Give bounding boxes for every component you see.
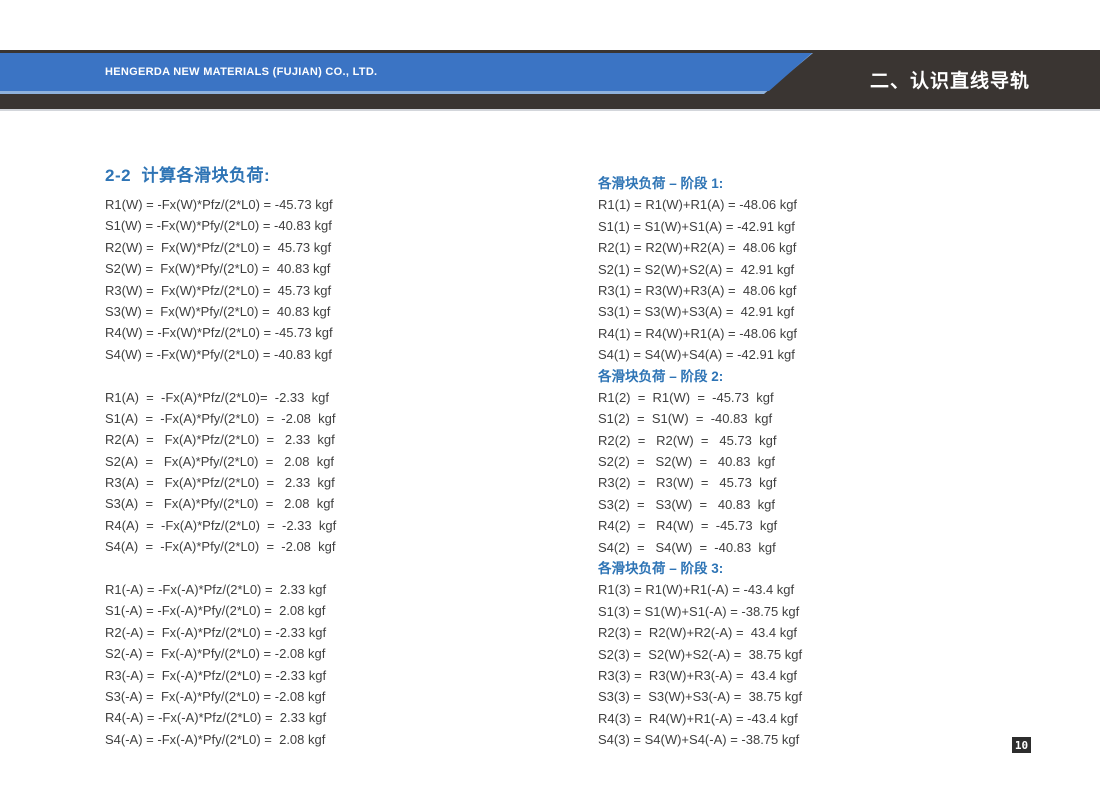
- formula-line: R1(W) = -Fx(W)*Pfz/(2*L0) = -45.73 kgf: [105, 194, 336, 215]
- formula-line: R3(W) = Fx(W)*Pfz/(2*L0) = 45.73 kgf: [105, 280, 336, 301]
- formula-line: R1(A) = -Fx(A)*Pfz/(2*L0)= -2.33 kgf: [105, 387, 336, 408]
- page-number-badge: 10: [1012, 737, 1031, 753]
- formula-line: R3(1) = R3(W)+R3(A) = 48.06 kgf: [598, 280, 802, 301]
- stage-group-2: 各滑块负荷 – 阶段 2: R1(2) = R1(W) = -45.73 kgf…: [598, 366, 802, 559]
- formula-line: R2(2) = R2(W) = 45.73 kgf: [598, 430, 802, 451]
- formula-line: S3(2) = S3(W) = 40.83 kgf: [598, 494, 802, 515]
- formula-line: S2(A) = Fx(A)*Pfy/(2*L0) = 2.08 kgf: [105, 451, 336, 472]
- stage-3-heading: 各滑块负荷 – 阶段 3:: [598, 558, 802, 579]
- stage-2-heading: 各滑块负荷 – 阶段 2:: [598, 366, 802, 387]
- formula-line: S1(2) = S1(W) = -40.83 kgf: [598, 408, 802, 429]
- formula-line: S3(A) = Fx(A)*Pfy/(2*L0) = 2.08 kgf: [105, 493, 336, 514]
- formula-line: S4(3) = S4(W)+S4(-A) = -38.75 kgf: [598, 729, 802, 750]
- stage-group-3: 各滑块负荷 – 阶段 3: R1(3) = R1(W)+R1(-A) = -43…: [598, 558, 802, 751]
- formula-line: R3(2) = R3(W) = 45.73 kgf: [598, 472, 802, 493]
- formula-line: S4(1) = S4(W)+S4(A) = -42.91 kgf: [598, 344, 802, 365]
- formula-line: S2(1) = S2(W)+S2(A) = 42.91 kgf: [598, 259, 802, 280]
- formula-line: S3(3) = S3(W)+S3(-A) = 38.75 kgf: [598, 686, 802, 707]
- formula-line: S3(W) = Fx(W)*Pfy/(2*L0) = 40.83 kgf: [105, 301, 336, 322]
- stage-group-1: 各滑块负荷 – 阶段 1: R1(1) = R1(W)+R1(A) = -48.…: [598, 173, 802, 366]
- formula-line: S2(2) = S2(W) = 40.83 kgf: [598, 451, 802, 472]
- formula-line: S4(-A) = -Fx(-A)*Pfy/(2*L0) = 2.08 kgf: [105, 729, 336, 750]
- formula-line: R2(W) = Fx(W)*Pfz/(2*L0) = 45.73 kgf: [105, 237, 336, 258]
- formula-line: R2(3) = R2(W)+R2(-A) = 43.4 kgf: [598, 622, 802, 643]
- formula-line: S1(1) = S1(W)+S1(A) = -42.91 kgf: [598, 216, 802, 237]
- formula-block-neg-a: R1(-A) = -Fx(-A)*Pfz/(2*L0) = 2.33 kgfS1…: [105, 579, 336, 750]
- formula-line: S1(A) = -Fx(A)*Pfy/(2*L0) = -2.08 kgf: [105, 408, 336, 429]
- formula-line: S1(3) = S1(W)+S1(-A) = -38.75 kgf: [598, 601, 802, 622]
- left-column: R1(W) = -Fx(W)*Pfz/(2*L0) = -45.73 kgfS1…: [105, 194, 336, 750]
- formula-line: R3(3) = R3(W)+R3(-A) = 43.4 kgf: [598, 665, 802, 686]
- header-banner: HENGERDA NEW MATERIALS (FUJIAN) CO., LTD…: [0, 53, 820, 91]
- formula-line: S3(1) = S3(W)+S3(A) = 42.91 kgf: [598, 301, 802, 322]
- formula-line: R2(A) = Fx(A)*Pfz/(2*L0) = 2.33 kgf: [105, 429, 336, 450]
- formula-block-w: R1(W) = -Fx(W)*Pfz/(2*L0) = -45.73 kgfS1…: [105, 194, 336, 365]
- formula-line: R4(W) = -Fx(W)*Pfz/(2*L0) = -45.73 kgf: [105, 322, 336, 343]
- stage-1-lines: R1(1) = R1(W)+R1(A) = -48.06 kgfS1(1) = …: [598, 194, 802, 365]
- formula-line: R1(1) = R1(W)+R1(A) = -48.06 kgf: [598, 194, 802, 215]
- formula-line: S2(3) = S2(W)+S2(-A) = 38.75 kgf: [598, 644, 802, 665]
- stage-3-lines: R1(3) = R1(W)+R1(-A) = -43.4 kgfS1(3) = …: [598, 579, 802, 750]
- formula-line: R2(-A) = Fx(-A)*Pfz/(2*L0) = -2.33 kgf: [105, 622, 336, 643]
- formula-line: R2(1) = R2(W)+R2(A) = 48.06 kgf: [598, 237, 802, 258]
- formula-block-a: R1(A) = -Fx(A)*Pfz/(2*L0)= -2.33 kgfS1(A…: [105, 387, 336, 558]
- stage-1-heading: 各滑块负荷 – 阶段 1:: [598, 173, 802, 194]
- right-column: 各滑块负荷 – 阶段 1: R1(1) = R1(W)+R1(A) = -48.…: [598, 173, 802, 751]
- formula-line: S3(-A) = Fx(-A)*Pfy/(2*L0) = -2.08 kgf: [105, 686, 336, 707]
- formula-line: R3(-A) = Fx(-A)*Pfz/(2*L0) = -2.33 kgf: [105, 665, 336, 686]
- formula-line: S4(W) = -Fx(W)*Pfy/(2*L0) = -40.83 kgf: [105, 344, 336, 365]
- formula-line: R4(2) = R4(W) = -45.73 kgf: [598, 515, 802, 536]
- page-title: 2-2 计算各滑块负荷:: [105, 161, 270, 186]
- company-name: HENGERDA NEW MATERIALS (FUJIAN) CO., LTD…: [105, 66, 377, 78]
- formula-line: S4(2) = S4(W) = -40.83 kgf: [598, 537, 802, 558]
- formula-line: S4(A) = -Fx(A)*Pfy/(2*L0) = -2.08 kgf: [105, 536, 336, 557]
- formula-line: R4(A) = -Fx(A)*Pfz/(2*L0) = -2.33 kgf: [105, 515, 336, 536]
- formula-line: R1(2) = R1(W) = -45.73 kgf: [598, 387, 802, 408]
- formula-line: S1(W) = -Fx(W)*Pfy/(2*L0) = -40.83 kgf: [105, 215, 336, 236]
- formula-line: R1(-A) = -Fx(-A)*Pfz/(2*L0) = 2.33 kgf: [105, 579, 336, 600]
- formula-line: S2(W) = Fx(W)*Pfy/(2*L0) = 40.83 kgf: [105, 258, 336, 279]
- formula-line: R1(3) = R1(W)+R1(-A) = -43.4 kgf: [598, 579, 802, 600]
- formula-line: R3(A) = Fx(A)*Pfz/(2*L0) = 2.33 kgf: [105, 472, 336, 493]
- formula-line: S1(-A) = -Fx(-A)*Pfy/(2*L0) = 2.08 kgf: [105, 600, 336, 621]
- formula-line: S2(-A) = Fx(-A)*Pfy/(2*L0) = -2.08 kgf: [105, 643, 336, 664]
- formula-line: R4(1) = R4(W)+R1(A) = -48.06 kgf: [598, 323, 802, 344]
- stage-2-lines: R1(2) = R1(W) = -45.73 kgfS1(2) = S1(W) …: [598, 387, 802, 558]
- section-title: 二、认识直线导轨: [845, 50, 1055, 109]
- formula-line: R4(-A) = -Fx(-A)*Pfz/(2*L0) = 2.33 kgf: [105, 707, 336, 728]
- formula-line: R4(3) = R4(W)+R1(-A) = -43.4 kgf: [598, 708, 802, 729]
